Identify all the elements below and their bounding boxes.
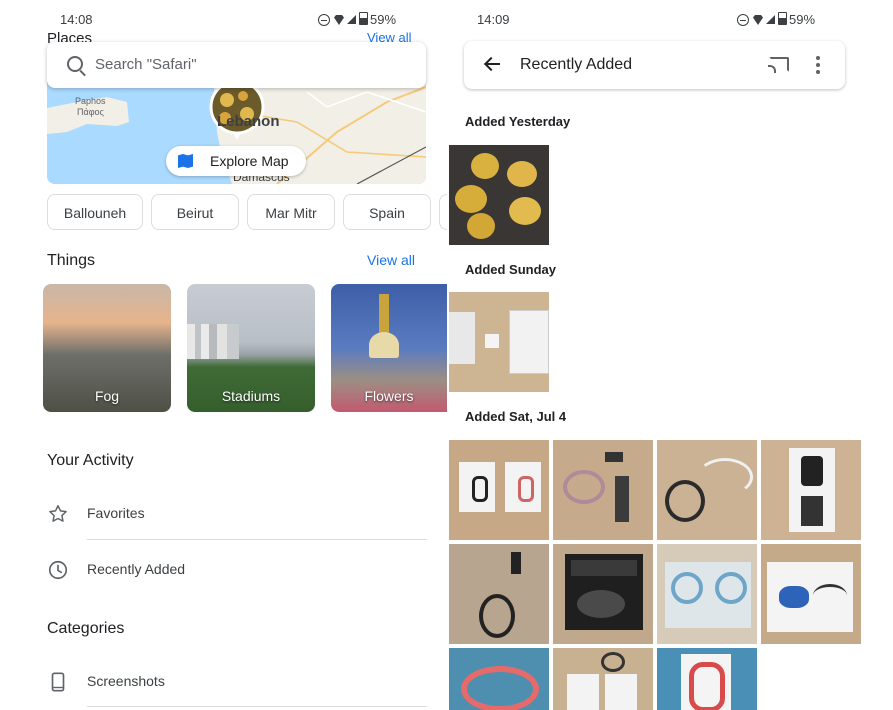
photo-thumbnail[interactable] [553, 648, 653, 710]
back-arrow-icon[interactable] [483, 56, 500, 72]
your-activity-heading: Your Activity [47, 452, 134, 469]
photo-thumbnail[interactable] [449, 145, 549, 245]
signal-icon [766, 15, 775, 24]
photo-thumbnail[interactable] [449, 648, 549, 710]
photo-thumbnail[interactable] [657, 648, 757, 710]
map-label-lebanon: Lebanon [217, 113, 280, 130]
thing-card-fog[interactable]: Fog [43, 284, 171, 412]
place-chip[interactable]: Mar Mitr [247, 194, 335, 230]
explore-map-button[interactable]: Explore Map [166, 146, 306, 176]
date-header: Added Sat, Jul 4 [465, 409, 567, 424]
wifi-icon [334, 15, 344, 25]
wifi-icon [753, 15, 763, 25]
explore-map-label: Explore Map [210, 153, 289, 169]
status-icons: 59% [318, 12, 396, 27]
map-icon [178, 154, 193, 168]
thing-label: Stadiums [221, 388, 281, 404]
battery-icon [778, 12, 787, 25]
screenshots-item[interactable]: Screenshots [47, 657, 427, 705]
favorites-item[interactable]: Favorites [47, 489, 427, 537]
screenshots-label: Screenshots [87, 673, 165, 689]
phone-icon [51, 672, 65, 692]
photo-thumbnail[interactable] [657, 544, 757, 644]
dnd-icon [318, 14, 330, 26]
dnd-icon [737, 14, 749, 26]
status-time: 14:09 [477, 12, 510, 27]
date-header: Added Sunday [465, 262, 557, 277]
app-bar: Recently Added [464, 41, 845, 89]
photo-thumbnail[interactable] [449, 544, 549, 644]
photo-thumbnail[interactable] [761, 544, 861, 644]
place-chip[interactable]: Ballouneh [47, 194, 143, 230]
page-title: Recently Added [520, 56, 633, 73]
photo-thumbnail[interactable] [553, 440, 653, 540]
thing-card-flowers[interactable]: Flowers [331, 284, 447, 412]
divider [87, 539, 427, 540]
map-label-paphos: Paphos [75, 96, 106, 106]
search-input[interactable]: Search "Safari" [95, 56, 197, 73]
battery-icon [359, 12, 368, 25]
place-chip[interactable]: Beirut [151, 194, 239, 230]
signal-icon [347, 15, 356, 24]
recently-added-label: Recently Added [87, 561, 186, 577]
photo-thumbnail[interactable] [657, 440, 757, 540]
thing-label: Fog [94, 388, 120, 404]
things-view-all[interactable]: View all [367, 252, 415, 268]
clock-icon [48, 560, 68, 580]
star-icon [49, 505, 67, 522]
map-label-paphos-greek: Πάφος [77, 107, 104, 117]
thing-card-stadiums[interactable]: Stadiums [187, 284, 315, 412]
search-icon [67, 56, 83, 72]
more-vert-icon[interactable] [816, 56, 820, 74]
search-bar[interactable]: Search "Safari" [47, 42, 426, 88]
divider [87, 706, 427, 707]
battery-percent: 59% [789, 12, 816, 27]
photo-thumbnail[interactable] [449, 440, 549, 540]
status-time: 14:08 [60, 12, 93, 27]
status-icons: 59% [737, 12, 815, 27]
photo-thumbnail[interactable] [553, 544, 653, 644]
favorites-label: Favorites [87, 505, 145, 521]
photo-thumbnail[interactable] [761, 440, 861, 540]
recently-added-screen: 14:09 59% Recently Added Added Yesterday… [447, 0, 893, 710]
explore-screen: 14:08 59% Places View all Paphos Πάφος L… [0, 0, 447, 710]
place-chip-overflow[interactable] [439, 194, 447, 230]
cast-icon[interactable] [768, 57, 789, 73]
place-chip[interactable]: Spain [343, 194, 431, 230]
recently-added-item[interactable]: Recently Added [47, 545, 427, 593]
thing-label: Flowers [364, 388, 414, 404]
categories-heading: Categories [47, 620, 125, 637]
battery-percent: 59% [370, 12, 397, 27]
photo-thumbnail[interactable] [449, 292, 549, 392]
date-header: Added Yesterday [465, 114, 571, 129]
things-heading: Things [47, 252, 96, 269]
